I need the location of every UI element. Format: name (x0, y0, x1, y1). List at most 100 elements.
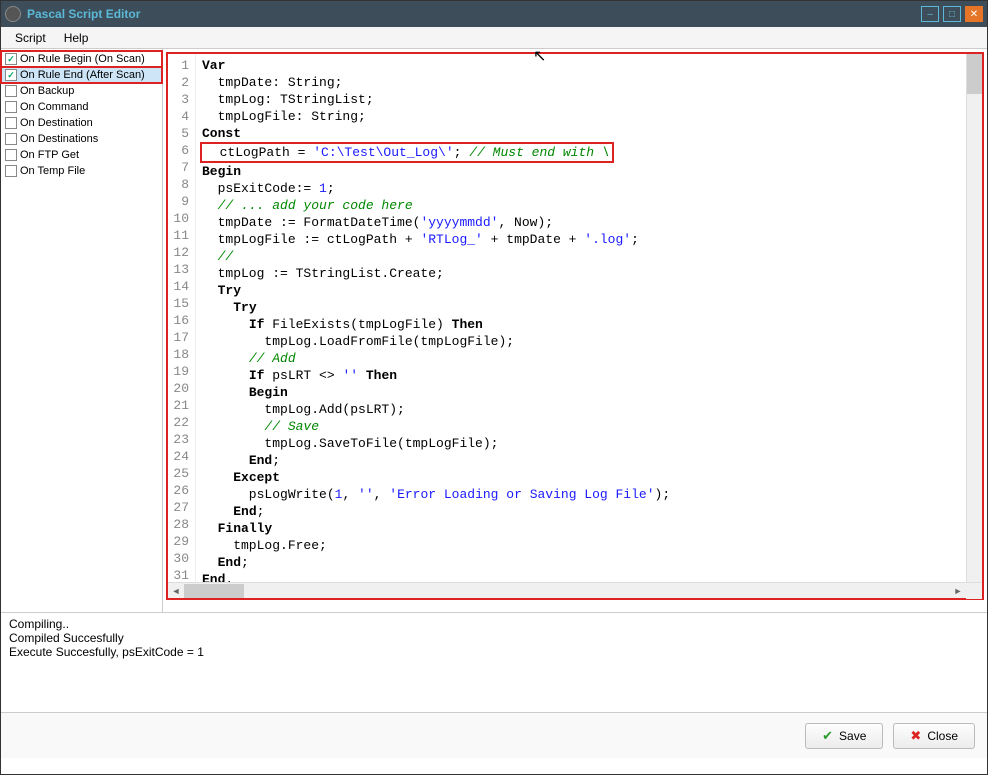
minimize-button[interactable]: – (921, 6, 939, 22)
editor-wrap: ↖ 12345678910111213141516171819202122232… (163, 49, 987, 612)
line-number: 29 (170, 533, 189, 550)
sidebar-item-label: On Rule Begin (On Scan) (20, 53, 145, 65)
line-number: 15 (170, 295, 189, 312)
line-number: 18 (170, 346, 189, 363)
hscroll-left-arrow[interactable]: ◄ (168, 583, 184, 599)
code-line[interactable]: tmpLog: TStringList; (202, 91, 976, 108)
line-number: 26 (170, 482, 189, 499)
line-number: 3 (170, 91, 189, 108)
code-line[interactable]: Begin (202, 384, 976, 401)
checkbox-icon[interactable] (5, 117, 17, 129)
code-line[interactable]: Begin (202, 163, 976, 180)
line-number: 7 (170, 159, 189, 176)
code-line[interactable]: End; (202, 503, 976, 520)
menu-script[interactable]: Script (7, 29, 54, 47)
code-line[interactable]: tmpLogFile: String; (202, 108, 976, 125)
menu-bar: Script Help (1, 27, 987, 49)
line-number: 27 (170, 499, 189, 516)
code-line[interactable]: tmpLogFile := ctLogPath + 'RTLog_' + tmp… (202, 231, 976, 248)
close-button-label: Close (927, 729, 958, 743)
checkbox-icon[interactable] (5, 101, 17, 113)
code-line[interactable]: // Save (202, 418, 976, 435)
code-line[interactable]: Try (202, 299, 976, 316)
close-button[interactable]: ✖ Close (893, 723, 975, 749)
code-line[interactable]: // ... add your code here (202, 197, 976, 214)
sidebar-item[interactable]: On Destination (1, 115, 162, 131)
line-gutter: 1234567891011121314151617181920212223242… (168, 54, 196, 582)
hscroll-thumb[interactable] (184, 584, 244, 598)
sidebar-item[interactable]: On Command (1, 99, 162, 115)
sidebar-item-label: On Backup (20, 85, 74, 97)
line-number: 17 (170, 329, 189, 346)
code-line[interactable]: Finally (202, 520, 976, 537)
line-number: 12 (170, 244, 189, 261)
sidebar-item[interactable]: On Temp File (1, 163, 162, 179)
code-line[interactable]: tmpDate: String; (202, 74, 976, 91)
code-line[interactable]: Except (202, 469, 976, 486)
line-number: 28 (170, 516, 189, 533)
save-button[interactable]: ✔ Save (805, 723, 883, 749)
editor-highlight-border: 1234567891011121314151617181920212223242… (166, 52, 984, 600)
vertical-scrollbar[interactable] (966, 54, 982, 582)
code-line[interactable]: tmpLog.LoadFromFile(tmpLogFile); (202, 333, 976, 350)
maximize-button[interactable]: □ (943, 6, 961, 22)
event-sidebar: On Rule Begin (On Scan) On Rule End (Afte… (1, 49, 163, 612)
menu-help[interactable]: Help (56, 29, 97, 47)
sidebar-item[interactable]: On Backup (1, 83, 162, 99)
checkbox-icon[interactable] (5, 133, 17, 145)
line-number: 13 (170, 261, 189, 278)
close-icon: ✖ (910, 728, 921, 744)
line-number: 11 (170, 227, 189, 244)
checkbox-icon[interactable] (5, 165, 17, 177)
code-line[interactable]: If FileExists(tmpLogFile) Then (202, 316, 976, 333)
horizontal-scrollbar[interactable]: ◄ ► (168, 582, 982, 598)
code-line[interactable]: tmpLog.SaveToFile(tmpLogFile); (202, 435, 976, 452)
highlighted-code-box: ctLogPath = 'C:\Test\Out_Log\'; // Must … (200, 142, 614, 163)
sidebar-item[interactable]: On FTP Get (1, 147, 162, 163)
line-number: 16 (170, 312, 189, 329)
line-number: 1 (170, 57, 189, 74)
code-line[interactable]: Const (202, 125, 976, 142)
output-line: Compiled Succesfully (9, 631, 979, 645)
code-line[interactable]: // Add (202, 350, 976, 367)
code-line[interactable]: tmpDate := FormatDateTime('yyyymmdd', No… (202, 214, 976, 231)
checkbox-icon[interactable] (5, 53, 17, 65)
code-line[interactable]: If psLRT <> '' Then (202, 367, 976, 384)
code-line[interactable]: End; (202, 452, 976, 469)
code-line[interactable]: tmpLog.Add(psLRT); (202, 401, 976, 418)
sidebar-item-label: On Temp File (20, 165, 85, 177)
code-line[interactable]: End. (202, 571, 976, 582)
code-line[interactable]: psLogWrite(1, '', 'Error Loading or Savi… (202, 486, 976, 503)
sidebar-item-label: On Rule End (After Scan) (20, 69, 145, 81)
checkbox-icon[interactable] (5, 149, 17, 161)
window-title: Pascal Script Editor (27, 7, 921, 21)
code-line[interactable]: tmpLog := TStringList.Create; (202, 265, 976, 282)
vscroll-thumb[interactable] (967, 54, 982, 94)
line-number: 6 (170, 142, 189, 159)
code-line[interactable]: tmpLog.Free; (202, 537, 976, 554)
code-line[interactable]: Try (202, 282, 976, 299)
line-number: 25 (170, 465, 189, 482)
output-line: Compiling.. (9, 617, 979, 631)
sidebar-item[interactable]: On Destinations (1, 131, 162, 147)
line-number: 8 (170, 176, 189, 193)
output-line: Execute Succesfully, psExitCode = 1 (9, 645, 979, 659)
checkbox-icon[interactable] (5, 69, 17, 81)
code-line[interactable]: End; (202, 554, 976, 571)
checkbox-icon[interactable] (5, 85, 17, 97)
close-window-button[interactable]: ✕ (965, 6, 983, 22)
code-content[interactable]: Var tmpDate: String; tmpLog: TStringList… (196, 54, 982, 582)
hscroll-track[interactable] (184, 584, 950, 598)
line-number: 19 (170, 363, 189, 380)
code-line[interactable]: psExitCode:= 1; (202, 180, 976, 197)
code-line[interactable]: Var (202, 57, 976, 74)
line-number: 14 (170, 278, 189, 295)
code-line[interactable]: ctLogPath = 'C:\Test\Out_Log\'; // Must … (202, 142, 976, 163)
hscroll-right-arrow[interactable]: ► (950, 583, 966, 599)
code-line[interactable]: // (202, 248, 976, 265)
code-editor[interactable]: 1234567891011121314151617181920212223242… (168, 54, 982, 582)
sidebar-item[interactable]: On Rule End (After Scan) (1, 67, 162, 83)
line-number: 21 (170, 397, 189, 414)
line-number: 23 (170, 431, 189, 448)
sidebar-item[interactable]: On Rule Begin (On Scan) (1, 51, 162, 67)
